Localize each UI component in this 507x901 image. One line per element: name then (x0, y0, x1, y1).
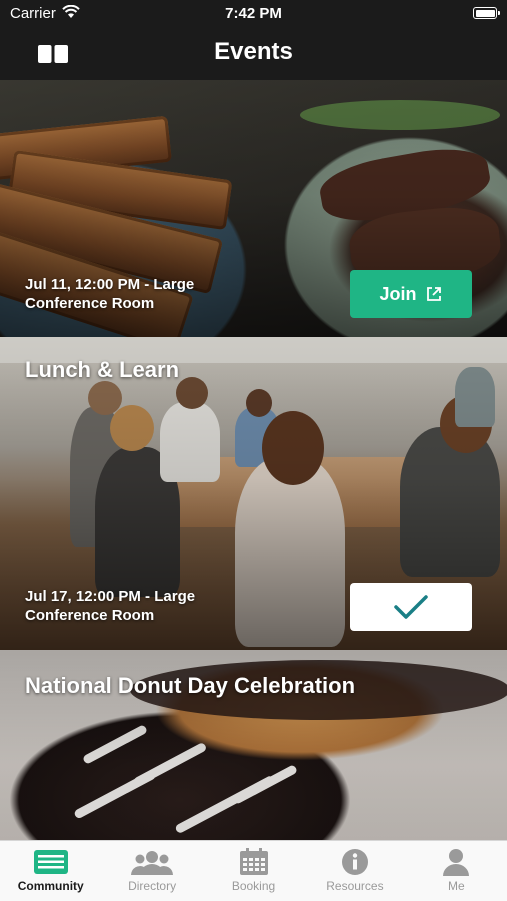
event-card-3[interactable]: National Donut Day Celebration (0, 650, 507, 840)
battery-icon (473, 7, 500, 19)
external-link-icon (426, 287, 441, 301)
event-title: National Donut Day Celebration (25, 673, 356, 698)
event-card-2[interactable]: Lunch & Learn Jul 17, 12:00 PM - Large C… (0, 337, 507, 650)
info-icon (341, 849, 368, 875)
checkmark-icon (394, 595, 428, 619)
event-date-location: Jul 11, 12:00 PM - Large Conference Room (25, 276, 195, 312)
event-card-1[interactable]: Jul 11, 12:00 PM - Large Conference Room… (0, 80, 507, 337)
tab-booking[interactable]: Booking (203, 841, 304, 901)
tab-label: Community (17, 879, 84, 893)
tab-directory[interactable]: Directory (101, 841, 202, 901)
calendar-icon (239, 848, 268, 875)
page-title: Events (214, 38, 293, 65)
tab-community[interactable]: Community (0, 841, 101, 901)
directory-icon (131, 851, 174, 875)
person-icon (443, 849, 470, 876)
event-date-location: Jul 17, 12:00 PM - Large Conference Room (25, 588, 196, 624)
clock: 7:42 PM (225, 5, 282, 22)
joined-button[interactable] (350, 583, 472, 631)
tab-label: Directory (128, 879, 177, 893)
tab-label: Resources (326, 879, 384, 893)
community-icon (33, 850, 68, 874)
status-bar: Carrier 7:42 PM (0, 0, 507, 28)
join-button[interactable]: Join (350, 270, 472, 318)
join-button-label: Join (379, 283, 417, 304)
tab-label: Me (447, 879, 465, 893)
tab-label: Booking (231, 879, 276, 893)
nav-bar: Events (0, 28, 507, 80)
event-title: Lunch & Learn (25, 357, 180, 382)
tab-bar: Community Directory Booking Resources Me (0, 840, 507, 901)
tab-resources[interactable]: Resources (304, 841, 405, 901)
tab-me[interactable]: Me (406, 841, 507, 901)
